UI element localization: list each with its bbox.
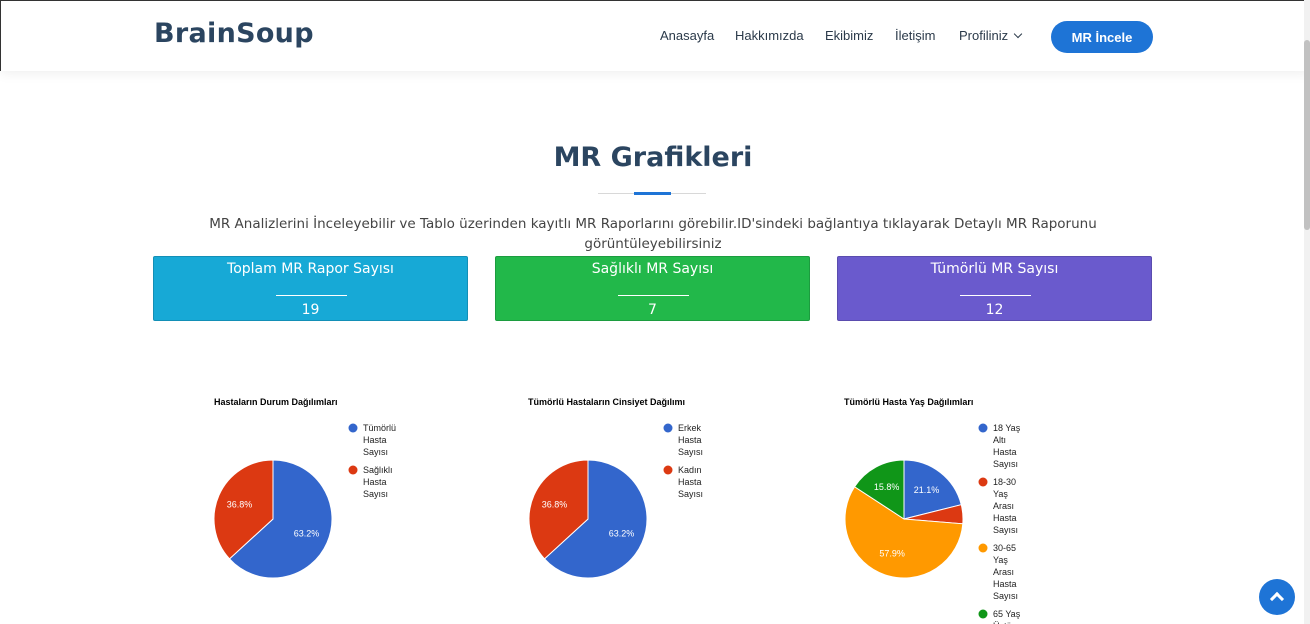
legend-marker xyxy=(663,465,673,475)
legend-marker xyxy=(663,423,673,433)
legend-marker xyxy=(978,423,988,433)
slice-label: 21.1% xyxy=(914,485,940,495)
legend-label: Sağlıklı Hasta Sayısı xyxy=(363,465,393,499)
slice-label: 36.8% xyxy=(227,499,253,509)
pie-chart-1: Hastaların Durum Dağılımları 63.2% 36.8% Tü… xyxy=(213,397,396,579)
legend-label: Kadın Hasta Sayısı xyxy=(678,465,703,499)
chart-title: Tümörlü Hastaların Cinsiyet Dağılımı xyxy=(528,397,685,407)
slice-label: 36.8% xyxy=(542,499,568,509)
slice-label: 57.9% xyxy=(879,549,905,559)
slice-label: 63.2% xyxy=(609,529,635,539)
slice-label: 63.2% xyxy=(294,529,320,539)
legend-marker xyxy=(978,609,988,619)
legend-label: 65 YaşÜstüHasta S… xyxy=(993,609,1034,624)
arrow-up-icon xyxy=(1269,591,1285,607)
charts-area: Hastaların Durum Dağılımları63.2%36.8%Tü… xyxy=(213,397,1034,624)
chart-title: Hastaların Durum Dağılımları xyxy=(214,397,338,407)
chart-title: Tümörlü Hasta Yaş Dağılımları xyxy=(844,397,973,407)
legend-label: 30-65 Yaş Arası Hasta Sayısı xyxy=(993,543,1018,601)
slice-label: 15.8% xyxy=(874,482,900,492)
legend-marker xyxy=(978,543,988,553)
pie-chart-3: Tümörlü Hasta Yaş Dağılımları 21.1% 57.9% 1… xyxy=(844,397,1034,624)
legend-label: 18 Yaş Altı Hasta Sayısı xyxy=(993,423,1021,469)
legend-marker xyxy=(978,477,988,487)
back-to-top-button[interactable] xyxy=(1259,579,1295,615)
legend-marker xyxy=(348,465,358,475)
legend-marker xyxy=(348,423,358,433)
legend-label: 18-30 Yaş Arası Hasta Sayısı xyxy=(993,477,1018,535)
legend-label: Tümörlü Hasta Sayısı xyxy=(363,423,396,457)
legend-label: Erkek Hasta Sayısı xyxy=(678,423,703,457)
pie-chart-2: Tümörlü Hastaların Cinsiyet Dağılımı 63.2… xyxy=(528,397,703,579)
